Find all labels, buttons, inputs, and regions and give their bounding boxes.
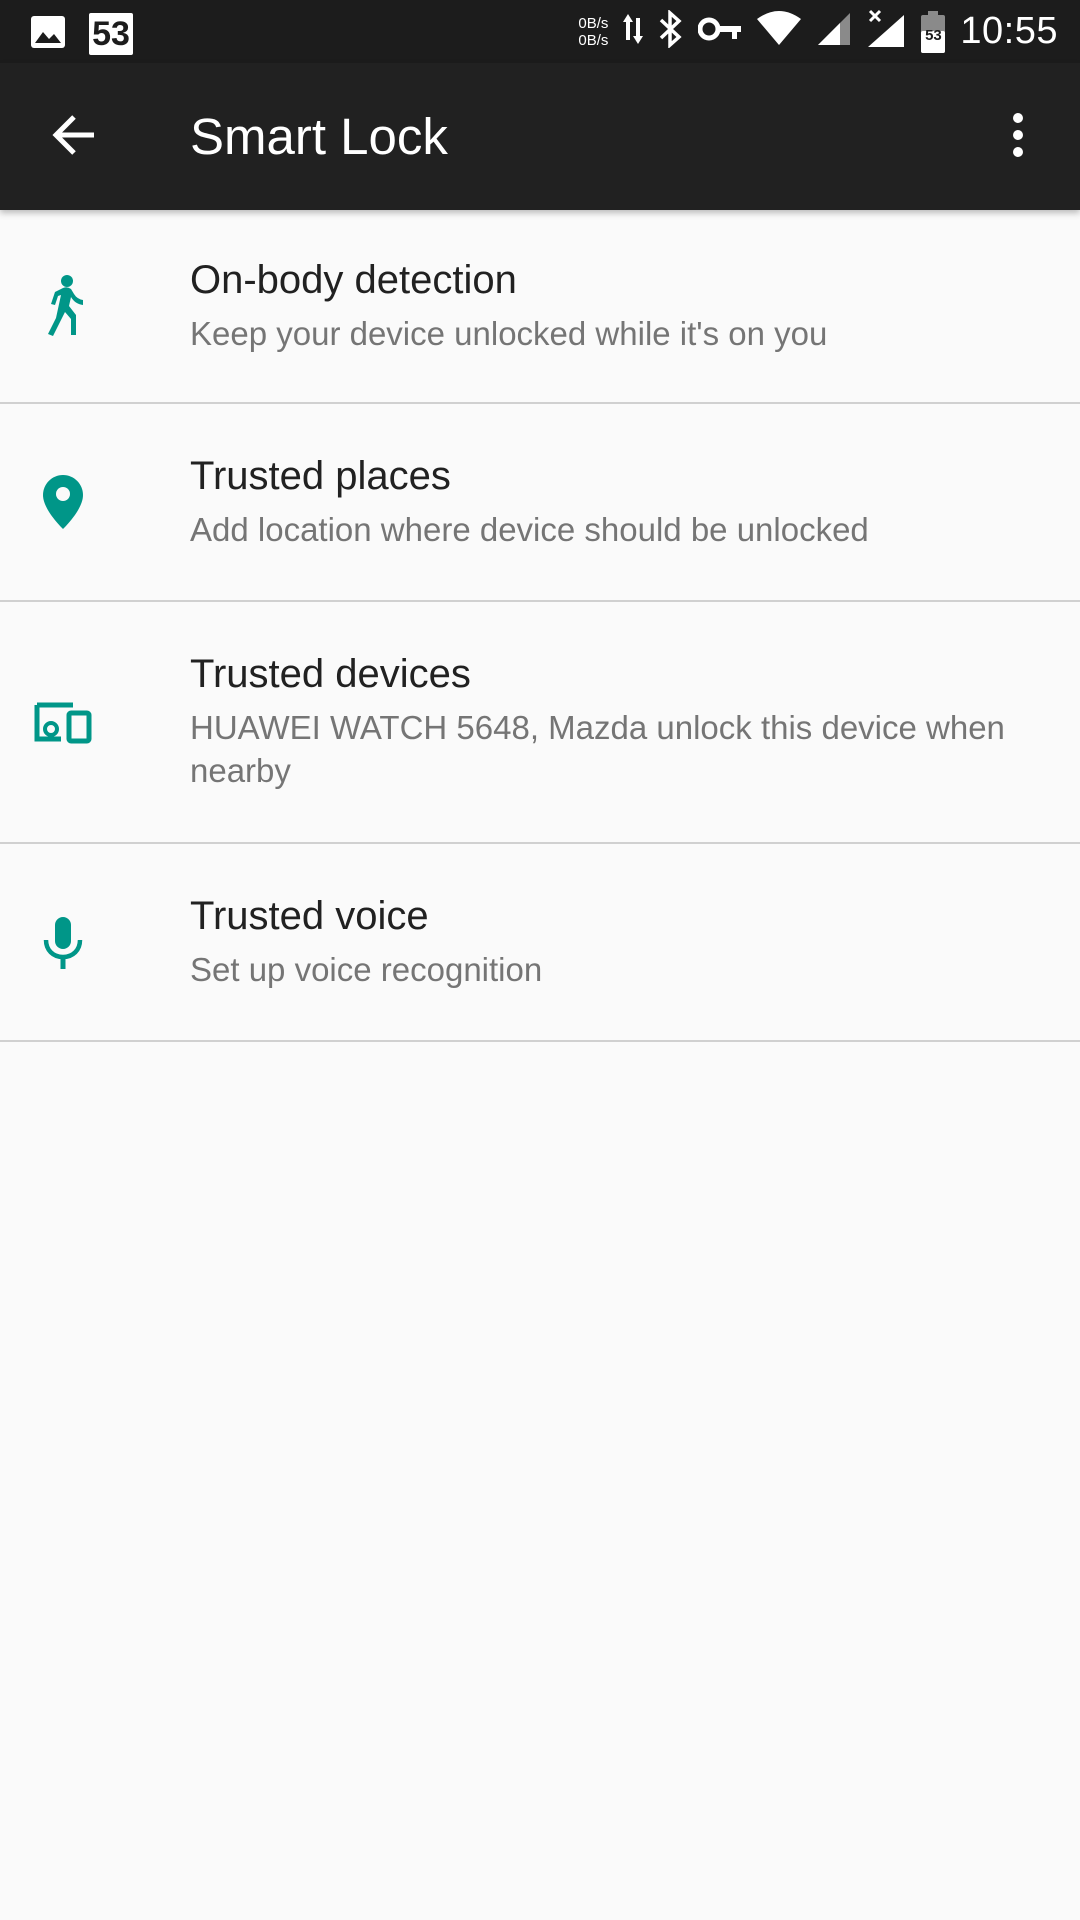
list-item-title: Trusted voice [190, 894, 429, 938]
bluetooth-icon [658, 9, 684, 53]
list-item-title: Trusted devices [190, 652, 471, 696]
status-bar: 53 0B/s 0B/s 53 10:55 [0, 0, 1080, 63]
walking-person-icon [28, 270, 98, 340]
list-item-trusted-devices[interactable]: Trusted devices HUAWEI WATCH 5648, Mazda… [0, 602, 1080, 844]
microphone-icon [28, 909, 98, 979]
devices-icon [28, 687, 98, 757]
list-item-title: On-body detection [190, 258, 517, 302]
list-item-trusted-voice[interactable]: Trusted voice Set up voice recognition [0, 844, 1080, 1042]
smart-lock-options-list: On-body detection Keep your device unloc… [0, 210, 1080, 1042]
arrow-back-icon [50, 111, 98, 164]
data-transfer-icon [622, 12, 644, 51]
notification-count-icon: 53 [88, 12, 134, 56]
list-item-on-body-detection[interactable]: On-body detection Keep your device unloc… [0, 210, 1080, 404]
list-item-summary: Keep your device unlocked while it's on … [190, 315, 828, 352]
speed-down-text: 0B/s [578, 31, 609, 49]
list-item-summary: HUAWEI WATCH 5648, Mazda unlock this dev… [190, 709, 1005, 789]
more-options-button[interactable] [984, 103, 1052, 171]
more-vert-icon [1011, 112, 1025, 163]
list-item-summary: Set up voice recognition [190, 951, 543, 988]
list-item-title: Trusted places [190, 454, 451, 498]
back-button[interactable] [40, 103, 108, 171]
status-right-icons: 0B/s 0B/s 53 10:55 [578, 0, 1058, 63]
battery-level: 53 [925, 26, 942, 44]
vpn-key-icon [697, 15, 742, 48]
location-pin-icon [28, 467, 98, 537]
speed-up-text: 0B/s [578, 14, 609, 32]
page-title: Smart Lock [190, 108, 448, 165]
notification-count: 53 [92, 15, 130, 53]
app-bar: Smart Lock [0, 63, 1080, 210]
wifi-icon [756, 11, 802, 52]
network-speed: 0B/s 0B/s [578, 15, 608, 49]
list-item-summary: Add location where device should be unlo… [190, 511, 869, 548]
cell-signal-icon [816, 11, 852, 52]
clock: 10:55 [960, 10, 1058, 52]
image-notification-icon [30, 14, 66, 55]
status-left-icons: 53 [30, 12, 134, 56]
list-item-trusted-places[interactable]: Trusted places Add location where device… [0, 404, 1080, 602]
battery-icon: 53 [920, 10, 946, 53]
cell-signal-no-data-icon [866, 9, 906, 54]
